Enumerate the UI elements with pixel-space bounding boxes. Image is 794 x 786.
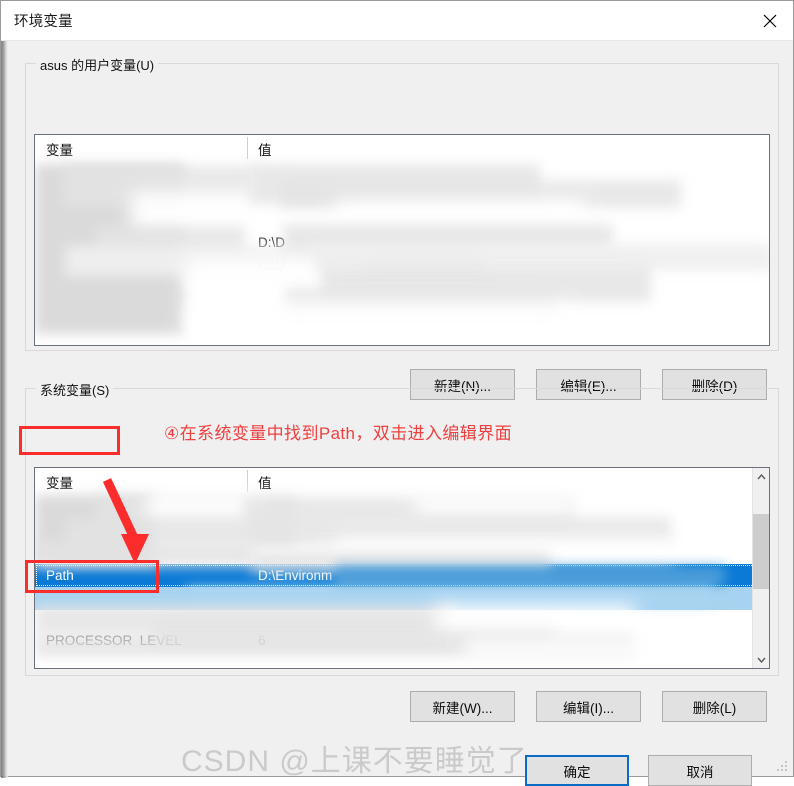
user-column-variable[interactable]: 变量	[35, 135, 247, 162]
system-column-value[interactable]: 值	[247, 468, 769, 495]
system-list-header: 变量 值	[35, 468, 769, 495]
annotation-step-text: ④在系统变量中找到Path，双击进入编辑界面	[164, 424, 513, 443]
cell-value: 6	[258, 633, 266, 647]
cell-variable: PROCESSOR_LEVEL	[46, 633, 182, 647]
scrollbar-thumb[interactable]	[753, 514, 769, 589]
ok-button[interactable]: 确定	[525, 755, 629, 786]
cell-value: D:\Environm	[258, 568, 333, 583]
table-row[interactable]	[35, 610, 769, 633]
cancel-button[interactable]: 取消	[648, 755, 752, 786]
system-variables-list[interactable]: 变量 值 Path D:\Environm PROCESSOR_LEVEL 6	[34, 467, 770, 669]
cell-variable: Path	[46, 568, 74, 583]
table-row[interactable]: C:\U	[35, 254, 769, 277]
table-row[interactable]	[35, 277, 769, 300]
system-list-scrollbar[interactable]	[752, 468, 769, 668]
system-variables-buttons: 新建(W)... 编辑(I)... 删除(L)	[410, 691, 767, 722]
user-list-rows: D:\D C:\U	[35, 162, 769, 345]
table-row[interactable]	[35, 518, 769, 541]
user-variables-list[interactable]: 变量 值 D:\D C:\U	[34, 134, 770, 346]
table-row[interactable]	[35, 208, 769, 231]
table-row[interactable]	[35, 541, 769, 564]
user-list-header: 变量 值	[35, 135, 769, 162]
table-row[interactable]: D:\D	[35, 231, 769, 254]
resize-grip[interactable]	[776, 760, 788, 772]
user-column-value[interactable]: 值	[247, 135, 769, 162]
system-edit-button[interactable]: 编辑(I)...	[536, 691, 641, 722]
system-delete-button[interactable]: 删除(L)	[662, 691, 767, 722]
dialog-title: 环境变量	[14, 14, 73, 30]
table-row[interactable]	[35, 185, 769, 208]
close-icon	[763, 14, 777, 28]
table-row[interactable]: PROCESSOR_LEVEL 6	[35, 633, 769, 647]
user-variables-legend: asus 的用户变量(U)	[36, 55, 159, 74]
chevron-down-icon[interactable]	[753, 651, 769, 668]
system-column-variable[interactable]: 变量	[35, 468, 247, 495]
system-variables-legend: 系统变量(S)	[36, 380, 114, 399]
table-row[interactable]	[35, 587, 769, 610]
table-row[interactable]	[35, 495, 769, 518]
redaction-smudge	[185, 302, 565, 336]
dialog-body: asus 的用户变量(U) 变量 值 D:\D C:\U 新建(N)... 编辑…	[1, 41, 793, 786]
chevron-up-icon[interactable]	[753, 468, 769, 485]
cell-value: C:\U	[258, 258, 285, 273]
cell-value: D:\D	[258, 235, 285, 250]
title-bar: 环境变量	[1, 1, 793, 41]
close-button[interactable]	[747, 1, 793, 40]
table-row-selected-path[interactable]: Path D:\Environm	[35, 564, 769, 587]
dialog-footer-buttons: 确定 取消	[525, 755, 752, 786]
table-row[interactable]	[35, 162, 769, 185]
system-list-rows: Path D:\Environm PROCESSOR_LEVEL 6	[35, 495, 769, 668]
environment-variables-dialog: 环境变量 asus 的用户变量(U) 变量 值 D:\D C:\U 新建(N).…	[0, 0, 794, 786]
system-new-button[interactable]: 新建(W)...	[410, 691, 515, 722]
